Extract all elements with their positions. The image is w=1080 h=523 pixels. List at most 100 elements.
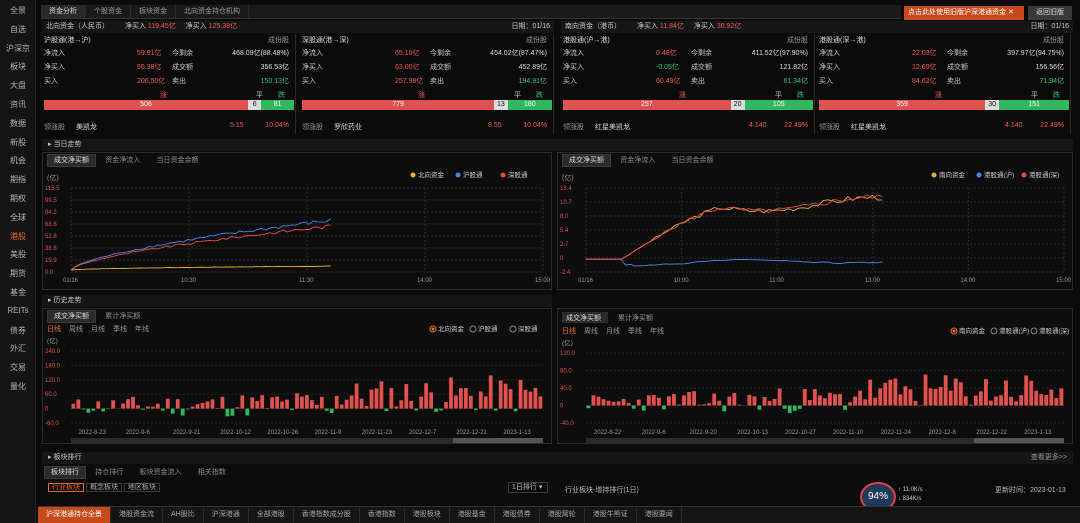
radio-1[interactable] — [990, 327, 998, 335]
bottom-tab-1[interactable]: 港股资金流 — [111, 507, 163, 523]
leader-stock[interactable]: 美凯龙 — [76, 122, 97, 132]
bottom-tab-7[interactable]: 港股板块 — [405, 507, 450, 523]
legend-label: 港股通(深) — [1029, 170, 1059, 179]
notice-banner[interactable]: 点击此处使用旧版沪深港通资金 ✕ — [904, 6, 1024, 20]
sidebar-item-14[interactable]: 期货 — [0, 268, 36, 279]
card-unit[interactable]: 成份股 — [787, 35, 808, 45]
period-tab[interactable]: 日线 — [562, 326, 576, 335]
sector-tab-inflow[interactable]: 板块资金流入 — [132, 466, 188, 479]
radio-2[interactable] — [1030, 327, 1038, 335]
bottom-tab-12[interactable]: 港股要闻 — [637, 507, 682, 523]
sector-section-header[interactable]: ▸ 板块排行 查看更多>> — [42, 452, 1073, 464]
bottom-tab-11[interactable]: 港股牛熊证 — [585, 507, 637, 523]
sidebar-item-4[interactable]: 大盘 — [0, 80, 36, 91]
bottom-tab-4[interactable]: 全部港股 — [249, 507, 294, 523]
sidebar-item-12[interactable]: 港股 — [0, 231, 36, 242]
bottom-tab-6[interactable]: 香港指数 — [360, 507, 405, 523]
bar — [1014, 401, 1019, 406]
bar — [817, 395, 822, 406]
leader-stock[interactable]: 红星美凯龙 — [851, 122, 886, 132]
south-header: 南向资金（港币） 净买入 11.84亿 净买入 30.92亿 日期：01/16 — [561, 21, 1073, 33]
bottom-tab-9[interactable]: 港股债券 — [495, 507, 540, 523]
chip-concept[interactable]: 概念板块 — [85, 483, 122, 492]
period-tab[interactable]: 季线 — [113, 324, 127, 333]
radio-2[interactable] — [509, 325, 517, 333]
sidebar-item-8[interactable]: 机会 — [0, 155, 36, 166]
label-down: 跌 — [797, 92, 804, 99]
card-unit[interactable]: 成份股 — [268, 35, 289, 45]
scrollbar-thumb[interactable] — [974, 438, 1064, 443]
sidebar-item-15[interactable]: 基金 — [0, 287, 36, 298]
close-icon[interactable]: ✕ — [1008, 9, 1014, 16]
radio-1[interactable] — [469, 325, 477, 333]
sidebar-item-11[interactable]: 全球 — [0, 212, 36, 223]
sidebar-item-10[interactable]: 期权 — [0, 193, 36, 204]
scrollbar-thumb[interactable] — [453, 438, 543, 443]
history-section-header[interactable]: ▸ 历史走势 — [42, 295, 552, 307]
period-tab[interactable]: 周线 — [584, 326, 598, 335]
radio-label[interactable]: 南向资金 — [959, 326, 986, 335]
bar — [136, 405, 140, 409]
sidebar-item-13[interactable]: 美股 — [0, 249, 36, 260]
sidebar-item-20[interactable]: 量化 — [0, 381, 36, 392]
radio-label[interactable]: 北向资金 — [438, 324, 465, 333]
bar — [175, 399, 180, 409]
today-chart-north: 成交净买额 资金净流入 当日资金余额 (亿) 115.5 99.5 84.2 68.6 5… — [42, 152, 552, 290]
radio-label[interactable]: 深股通 — [518, 324, 538, 333]
leader-stock[interactable]: 罗欣药业 — [334, 122, 362, 132]
period-tab[interactable]: 月线 — [606, 326, 620, 335]
sidebar-item-18[interactable]: 外汇 — [0, 343, 36, 354]
sector-tab-rank[interactable]: 板块排行 — [44, 466, 86, 479]
sidebar-item-16[interactable]: REITs — [0, 306, 36, 315]
radio-label[interactable]: 沪股通 — [478, 324, 498, 333]
chip-region[interactable]: 地区板块 — [123, 483, 160, 492]
bar — [732, 392, 737, 406]
radio-label[interactable]: 港股通(深) — [1039, 326, 1069, 335]
tab-stock-fund[interactable]: 个股资金 — [86, 5, 131, 18]
bottom-tab-0[interactable]: 沪深港通持仓全景 — [38, 507, 111, 523]
sector-tab-holding[interactable]: 持仓排行 — [88, 466, 130, 479]
bottom-tab-8[interactable]: 港股基金 — [450, 507, 495, 523]
bottom-tab-5[interactable]: 香港指数成分股 — [294, 507, 360, 523]
y-tick: 80.0 — [560, 369, 572, 375]
subtab-hist-net-south[interactable]: 成交净买额 — [566, 313, 601, 322]
sector-tab-index[interactable]: 相关指数 — [191, 466, 233, 479]
leader-stock[interactable]: 红星美凯龙 — [595, 122, 630, 132]
sidebar-item-19[interactable]: 交易 — [0, 362, 36, 373]
period-tab[interactable]: 年线 — [650, 326, 664, 335]
period-tab[interactable]: 周线 — [69, 324, 83, 333]
bar — [190, 406, 195, 409]
period-tab[interactable]: 年线 — [135, 324, 149, 333]
x-tick: 14:00 — [417, 278, 433, 284]
sidebar-item-5[interactable]: 资讯 — [0, 99, 36, 110]
sidebar-item-0[interactable]: 全景 — [0, 5, 36, 16]
sidebar-item-7[interactable]: 新股 — [0, 137, 36, 148]
chip-industry[interactable]: 行业板块 — [48, 483, 84, 492]
range-select[interactable]: 1日排行 ▾ — [508, 482, 548, 493]
sidebar-item-2[interactable]: 沪深京 — [0, 43, 36, 54]
tab-north-holdings[interactable]: 北向资金持仓机构 — [176, 5, 249, 18]
more-link[interactable]: 查看更多>> — [1031, 452, 1067, 464]
sidebar-item-1[interactable]: 自选 — [0, 24, 36, 35]
tab-fund-analysis[interactable]: 资金分析 — [41, 5, 86, 18]
today-section-header[interactable]: ▸ 当日走势 — [42, 139, 1073, 151]
radio-label[interactable]: 港股通(沪) — [999, 326, 1029, 335]
subtab-hist-cum-south[interactable]: 累计净买额 — [618, 313, 653, 322]
back-button[interactable]: 返回旧版 — [1028, 6, 1072, 20]
sidebar-item-6[interactable]: 数据 — [0, 118, 36, 129]
tab-sector-fund[interactable]: 板块资金 — [131, 5, 176, 18]
sidebar-item-17[interactable]: 债券 — [0, 325, 36, 336]
bottom-tab-3[interactable]: 沪深港通 — [204, 507, 249, 523]
period-tab[interactable]: 日线 — [47, 324, 61, 333]
sidebar-item-3[interactable]: 板块 — [0, 61, 36, 72]
card-unit[interactable]: 成份股 — [526, 35, 547, 45]
y-tick: 52.8 — [45, 234, 57, 240]
north-today-label: 净买入 — [185, 23, 207, 30]
period-tab[interactable]: 季线 — [628, 326, 642, 335]
bottom-tab-2[interactable]: AH股比 — [163, 507, 204, 523]
period-tab[interactable]: 月线 — [91, 324, 105, 333]
card-unit[interactable]: 成份股 — [1043, 35, 1064, 45]
bar — [305, 395, 309, 409]
bottom-tab-10[interactable]: 港股窝轮 — [540, 507, 585, 523]
sidebar-item-9[interactable]: 期指 — [0, 174, 36, 185]
